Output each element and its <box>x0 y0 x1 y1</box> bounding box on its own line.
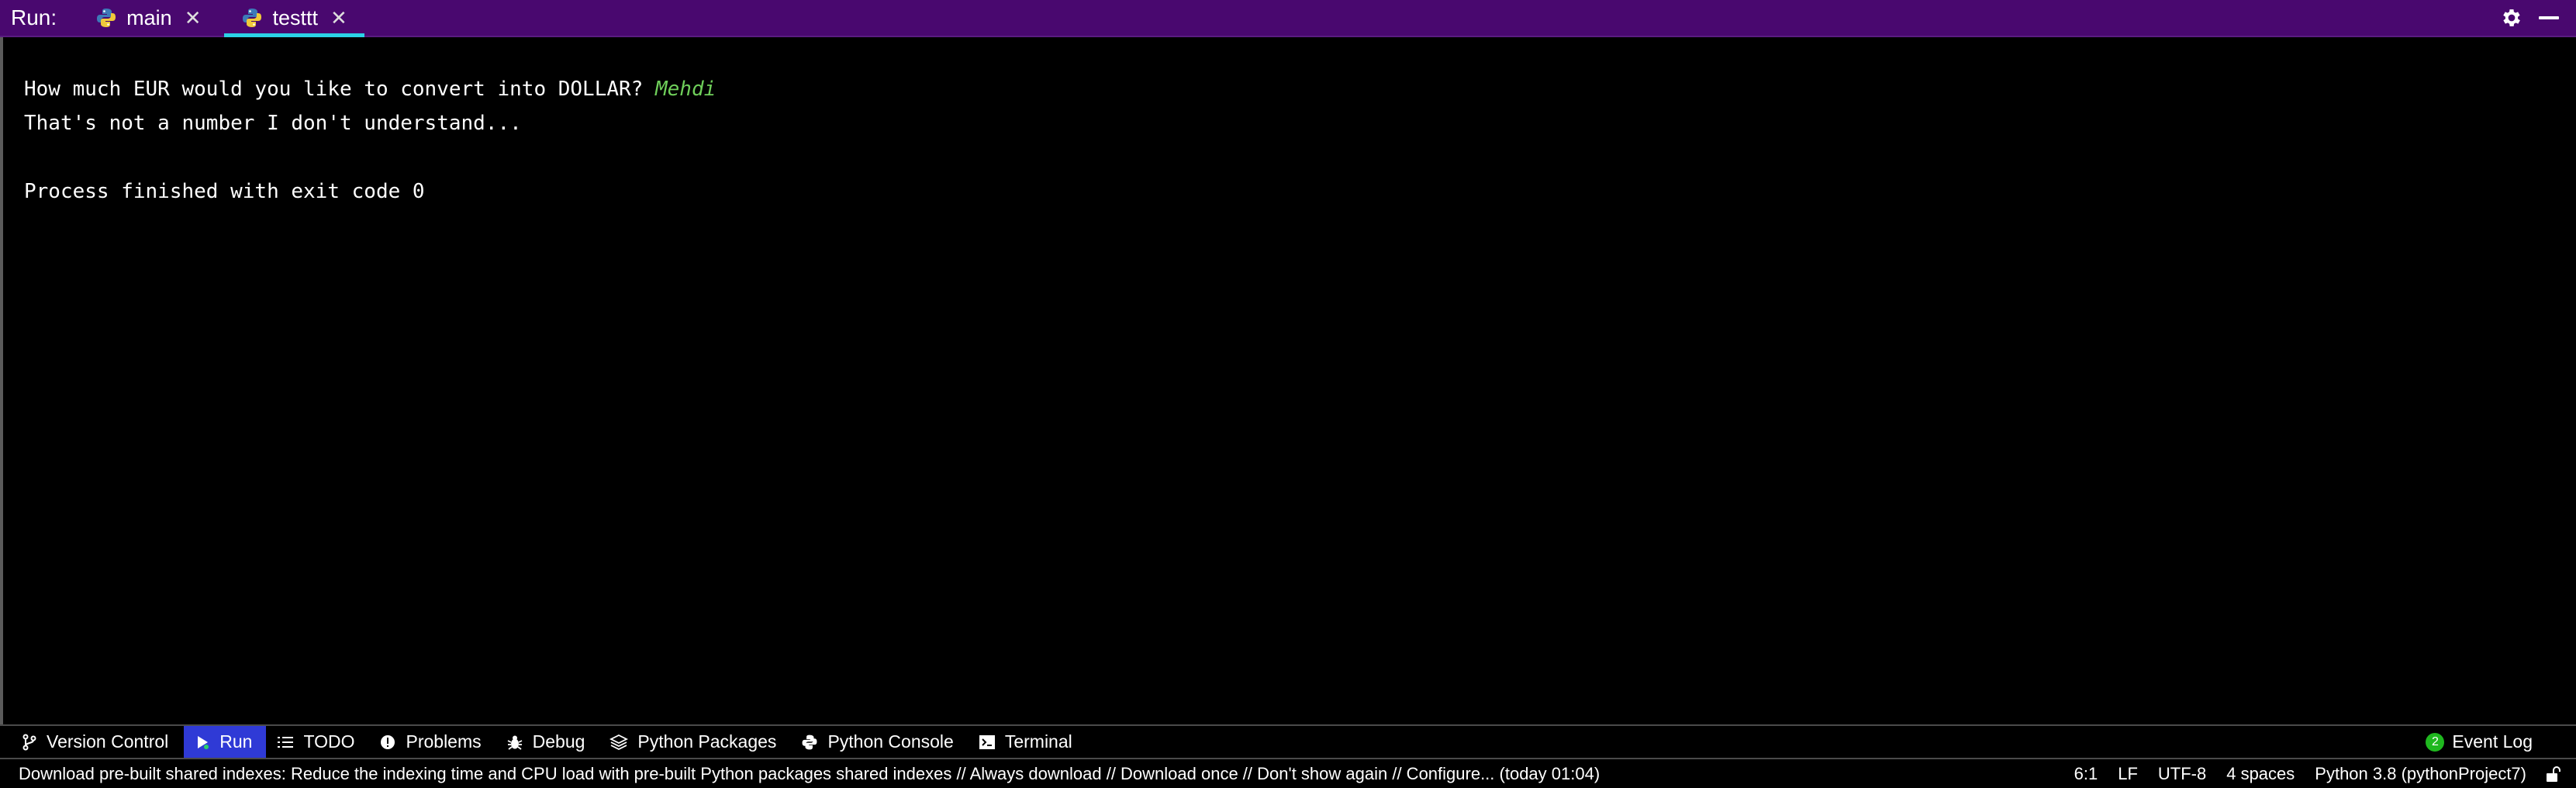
close-icon[interactable]: ✕ <box>330 8 347 28</box>
tool-tab-label: Run <box>219 731 253 752</box>
tool-tab-label: TODO <box>303 731 355 752</box>
tool-window-bar: Version Control Run TODO Problems Debug <box>0 724 2576 758</box>
list-icon <box>278 736 294 748</box>
bug-icon <box>507 735 523 750</box>
tool-tab-problems[interactable]: Problems <box>368 726 495 758</box>
python-icon <box>243 9 262 27</box>
play-icon <box>198 735 209 749</box>
tool-tab-label: Python Packages <box>637 731 777 752</box>
tool-tab-event-log[interactable]: 2 Event Log <box>2415 726 2547 758</box>
warning-icon <box>381 734 395 749</box>
console-line-exit: Process finished with exit code 0 <box>24 180 425 203</box>
tool-tab-todo[interactable]: TODO <box>266 726 368 758</box>
run-tool-window-header: Run: main ✕ testtt ✕ <box>0 0 2576 38</box>
layers-icon <box>609 734 629 750</box>
status-message[interactable]: Download pre-built shared indexes: Reduc… <box>19 764 1600 784</box>
unlock-icon[interactable] <box>2545 766 2560 783</box>
tool-tab-python-console[interactable]: Python Console <box>790 726 967 758</box>
run-bar-actions <box>2500 6 2559 29</box>
tool-tab-terminal[interactable]: Terminal <box>968 726 1086 758</box>
run-label: Run: <box>11 5 57 29</box>
console-line-prompt: How much EUR would you like to convert i… <box>24 78 716 101</box>
tab-testtt[interactable]: testtt ✕ <box>224 0 365 38</box>
event-count-badge: 2 <box>2426 732 2445 752</box>
tool-tab-label: Event Log <box>2452 731 2533 752</box>
tool-tab-label: Python Console <box>827 731 954 752</box>
tool-tab-label: Version Control <box>47 731 169 752</box>
tool-tab-label: Problems <box>406 731 482 752</box>
gear-icon[interactable] <box>2500 6 2523 29</box>
branch-icon <box>22 734 36 750</box>
run-console-output[interactable]: How much EUR would you like to convert i… <box>0 37 2576 724</box>
tool-tab-run[interactable]: Run <box>184 726 267 758</box>
line-separator[interactable]: LF <box>2118 764 2138 784</box>
prompt-text: How much EUR would you like to convert i… <box>24 78 655 101</box>
python-icon <box>97 9 116 27</box>
python-icon <box>803 734 817 749</box>
file-encoding[interactable]: UTF-8 <box>2158 764 2206 784</box>
tool-tab-label: Terminal <box>1004 731 1072 752</box>
user-input-text: Mehdi <box>654 78 717 101</box>
close-icon[interactable]: ✕ <box>185 8 202 28</box>
caret-position[interactable]: 6:1 <box>2074 764 2098 784</box>
python-interpreter[interactable]: Python 3.8 (pythonProject7) <box>2315 764 2526 784</box>
status-bar: Download pre-built shared indexes: Reduc… <box>0 758 2576 788</box>
terminal-icon <box>979 734 995 749</box>
console-line-error: That's not a number I don't understand..… <box>24 112 522 135</box>
tool-tab-python-packages[interactable]: Python Packages <box>599 726 790 758</box>
status-widgets: 6:1 LF UTF-8 4 spaces Python 3.8 (python… <box>2054 764 2560 784</box>
indent-setting[interactable]: 4 spaces <box>2226 764 2295 784</box>
tool-tab-version-control[interactable]: Version Control <box>0 726 182 758</box>
minimize-icon[interactable] <box>2539 16 2559 19</box>
tab-main-label: main <box>126 5 172 29</box>
tab-testtt-label: testtt <box>272 5 319 29</box>
tab-main[interactable]: main ✕ <box>77 0 215 36</box>
tool-tab-label: Debug <box>532 731 585 752</box>
tool-tab-debug[interactable]: Debug <box>496 726 599 758</box>
